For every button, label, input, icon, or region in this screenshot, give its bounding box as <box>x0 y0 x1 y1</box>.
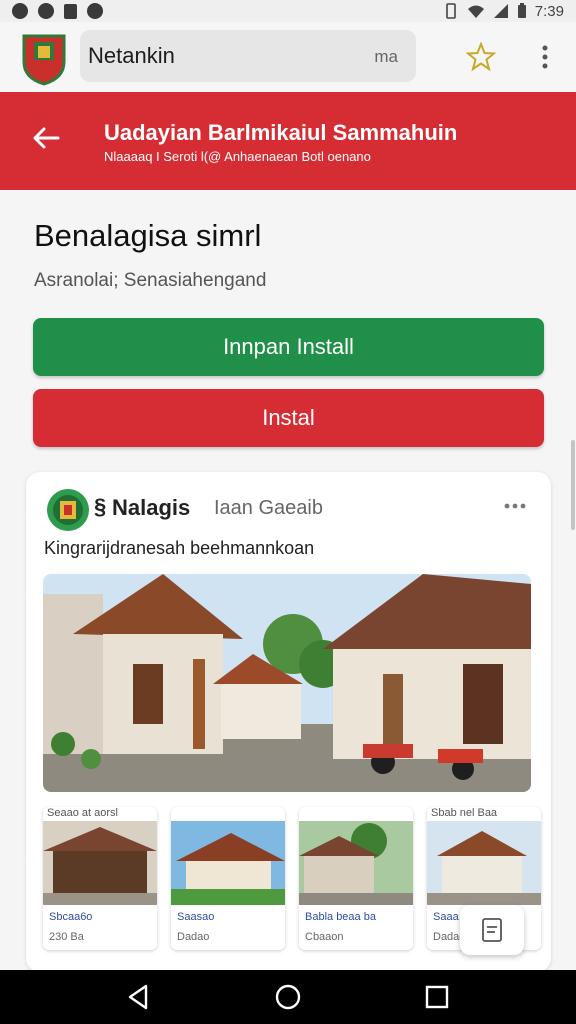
app-name: Benalagisa simrl <box>34 218 262 253</box>
header-title: Uadayian Barlmikaiul Sammahuin <box>104 120 458 145</box>
address-bar[interactable]: Netankin ma <box>80 30 416 82</box>
nav-back-icon[interactable] <box>124 982 154 1012</box>
avatar[interactable] <box>46 488 90 532</box>
status-bar: 7:39 <box>0 0 576 22</box>
url-suffix: ma <box>374 47 398 66</box>
thumbnail-image <box>171 821 285 905</box>
wifi-icon <box>467 5 484 18</box>
clock: 7:39 <box>534 2 564 20</box>
thumbnail-title: Saasao <box>177 911 215 923</box>
notification-icons <box>12 3 103 19</box>
notification-icon <box>64 3 77 19</box>
system-icons: 7:39 <box>443 3 564 20</box>
signal-icon <box>493 4 508 18</box>
header-subtitle: Nlaaaaq I Seroti l(@ Anhaenaean Botl oen… <box>104 149 371 164</box>
thumbnail-image <box>299 821 413 905</box>
nav-recents-icon[interactable] <box>422 982 452 1012</box>
app-subtitle: Asranolai; Senasiahengand <box>34 270 267 291</box>
thumbnail-meta: Dadao <box>177 931 210 943</box>
card-mark: § <box>94 494 107 519</box>
more-options-icon[interactable] <box>503 496 527 516</box>
card-caption: Kingrarijdranesah beehmannkoan <box>44 538 315 558</box>
back-arrow-icon[interactable] <box>30 122 62 154</box>
main-content: Benalagisa simrl Asranolai; Senasiahenga… <box>0 190 576 972</box>
kebab-menu-icon[interactable] <box>535 42 555 72</box>
star-icon[interactable] <box>466 42 496 72</box>
thumbnail-header: Seaao at aorsl <box>47 807 118 819</box>
thumbnail-title: Sbcaa6o <box>49 911 93 923</box>
thumbnail-image <box>427 821 541 905</box>
thumbnail-card[interactable]: Babla beaa ba Cbaaon <box>299 807 413 950</box>
site-logo[interactable] <box>20 32 68 86</box>
document-icon <box>482 918 502 942</box>
thumbnail-card[interactable]: Saasao Dadao <box>171 807 285 950</box>
battery-icon <box>517 3 526 18</box>
install-button-primary[interactable]: Innpan Install <box>33 318 544 376</box>
thumbnail-header: Sbab nel Baa <box>431 807 498 819</box>
vibrate-icon <box>445 3 456 19</box>
thumbnail-meta: Cbaaon <box>305 931 344 943</box>
page-header: Uadayian Barlmikaiul Sammahuin Nlaaaaq I… <box>0 92 576 190</box>
thumbnail-title: Babla beaa ba <box>305 911 376 923</box>
hero-image[interactable] <box>43 574 531 792</box>
notification-icon <box>38 3 54 19</box>
install-button-secondary[interactable]: Instal <box>33 389 544 447</box>
thumbnail-meta: 230 Ba <box>49 931 84 943</box>
notification-icon <box>12 3 28 19</box>
thumbnail-card[interactable]: Seaao at aorsl Sbcaa6o 230 Ba <box>43 807 157 950</box>
browser-toolbar: Netankin ma <box>0 22 576 92</box>
post-card: § Nalagis Iaan Gaeaib Kingrarijdranesah … <box>26 472 551 972</box>
notification-icon <box>87 3 103 19</box>
url-text: Netankin <box>88 43 175 68</box>
system-navigation-bar <box>0 970 576 1024</box>
scrollbar[interactable] <box>571 440 575 530</box>
floating-action-button[interactable] <box>460 905 524 955</box>
nav-home-icon[interactable] <box>273 982 303 1012</box>
card-title[interactable]: Nalagis <box>112 495 190 521</box>
thumbnail-image <box>43 821 157 905</box>
card-tag: Iaan Gaeaib <box>214 497 323 519</box>
